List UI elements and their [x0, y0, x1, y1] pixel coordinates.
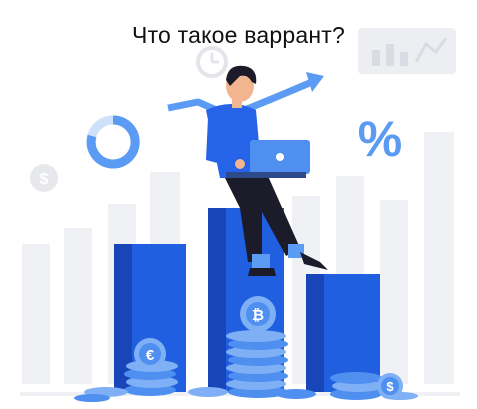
bitcoin-glyph: ₿: [252, 306, 264, 324]
percent-glyph: %: [358, 111, 402, 167]
percent-icon: %: [358, 111, 402, 167]
bitcoin-icon: ₿: [240, 296, 276, 332]
page-title: Что такое варрант?: [132, 22, 345, 48]
donut-chart-icon: [86, 115, 140, 169]
dollar-coin-icon: $: [377, 373, 403, 399]
clock-icon: [196, 46, 228, 78]
euro-glyph: €: [146, 347, 155, 364]
dollar-glyph: $: [40, 171, 49, 188]
dollar-coin-icon: $: [30, 164, 58, 192]
illustration-scene: % $ € ₿ $ Что такое варрант?: [0, 0, 477, 409]
warrant-illustration: % $ € ₿ $: [20, 28, 460, 402]
euro-coin-icon: €: [134, 338, 166, 370]
dollar-glyph-small: $: [386, 379, 394, 394]
